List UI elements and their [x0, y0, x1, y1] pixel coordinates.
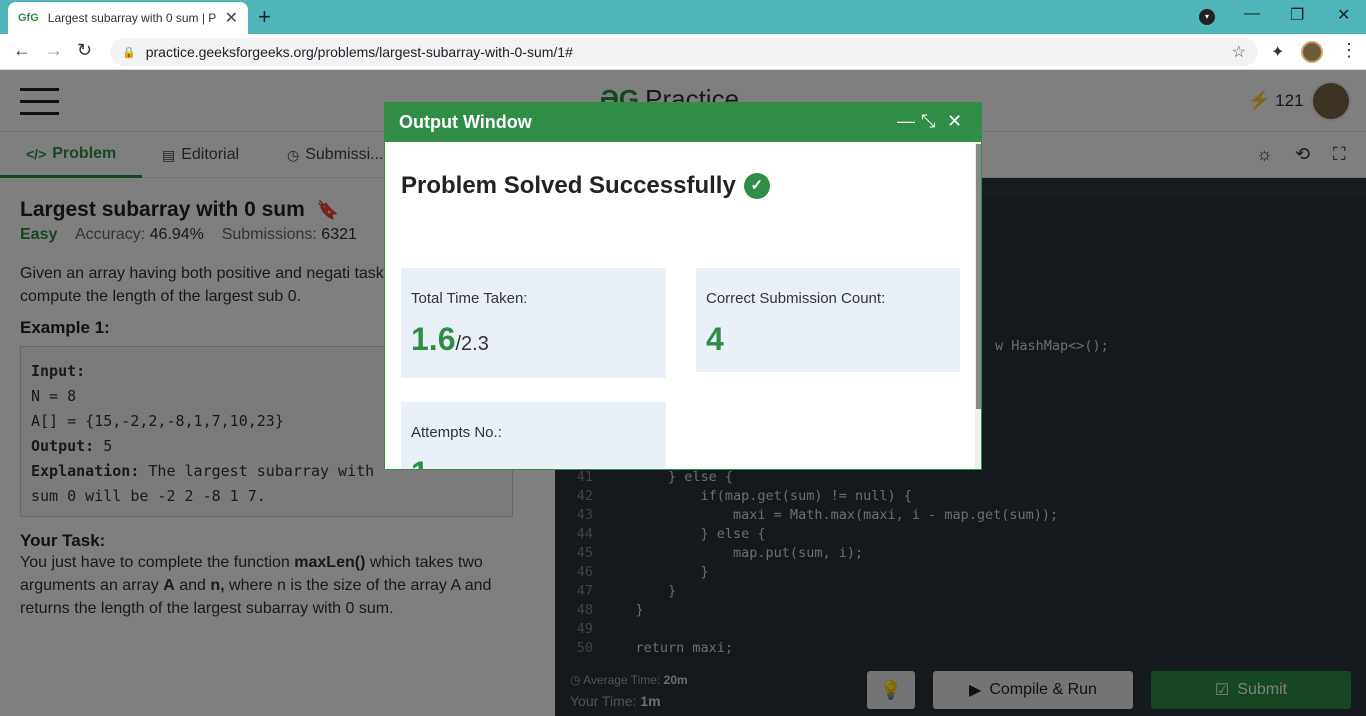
time-card: Total Time Taken: 1.6/2.3 — [401, 268, 666, 378]
url-text: practice.geeksforgeeks.org/problems/larg… — [145, 44, 573, 60]
solved-status: Problem Solved Successfully ✓ — [401, 172, 770, 200]
reload-icon[interactable]: ↻ — [77, 40, 92, 61]
lock-icon: 🔒 — [122, 46, 136, 59]
profile-avatar[interactable] — [1301, 41, 1323, 63]
tab-close-icon[interactable]: ✕ — [225, 8, 238, 28]
extensions-icon[interactable]: ✦ — [1271, 42, 1284, 62]
modal-header: Output Window — ⤡ ✕ — [385, 103, 981, 142]
address-bar[interactable]: 🔒 practice.geeksforgeeks.org/problems/la… — [110, 38, 1258, 66]
back-icon[interactable]: ← — [13, 40, 31, 61]
check-circle-icon: ✓ — [743, 173, 770, 199]
forward-icon[interactable]: → — [45, 40, 63, 61]
browser-tabbar: GfG Largest subarray with 0 sum | Pra ✕ … — [0, 0, 1366, 34]
tab-title: Largest subarray with 0 sum | Pra — [47, 11, 217, 25]
modal-close-icon[interactable]: ✕ — [947, 111, 962, 132]
browser-toolbar: ← → ↻ 🔒 practice.geeksforgeeks.org/probl… — [0, 34, 1366, 70]
new-tab-icon[interactable]: + — [258, 4, 271, 30]
window-close-icon[interactable]: ✕ — [1337, 5, 1350, 25]
tab-search-icon[interactable]: ▾ — [1199, 9, 1215, 25]
browser-menu-icon[interactable]: ⋮ — [1340, 40, 1358, 61]
modal-body: Problem Solved Successfully ✓ Total Time … — [385, 142, 981, 469]
browser-tab[interactable]: GfG Largest subarray with 0 sum | Pra ✕ — [8, 2, 248, 34]
modal-collapse-icon[interactable]: ⤡ — [921, 111, 935, 132]
gfg-favicon-icon: GfG — [18, 12, 39, 24]
scrollbar-thumb[interactable] — [976, 144, 981, 409]
attempts-card: Attempts No.: 1 — [401, 402, 666, 469]
modal-minimize-icon[interactable]: — — [897, 111, 915, 132]
modal-title: Output Window — [399, 112, 532, 132]
bookmark-star-icon[interactable]: ☆ — [1232, 42, 1246, 62]
output-window: Output Window — ⤡ ✕ Problem Solved Succe… — [384, 102, 982, 470]
minimize-icon[interactable]: — — [1244, 5, 1260, 23]
submission-count-card: Correct Submission Count: 4 — [696, 268, 960, 372]
modal-scrollbar[interactable] — [975, 142, 981, 469]
restore-icon[interactable]: ❐ — [1290, 5, 1304, 25]
